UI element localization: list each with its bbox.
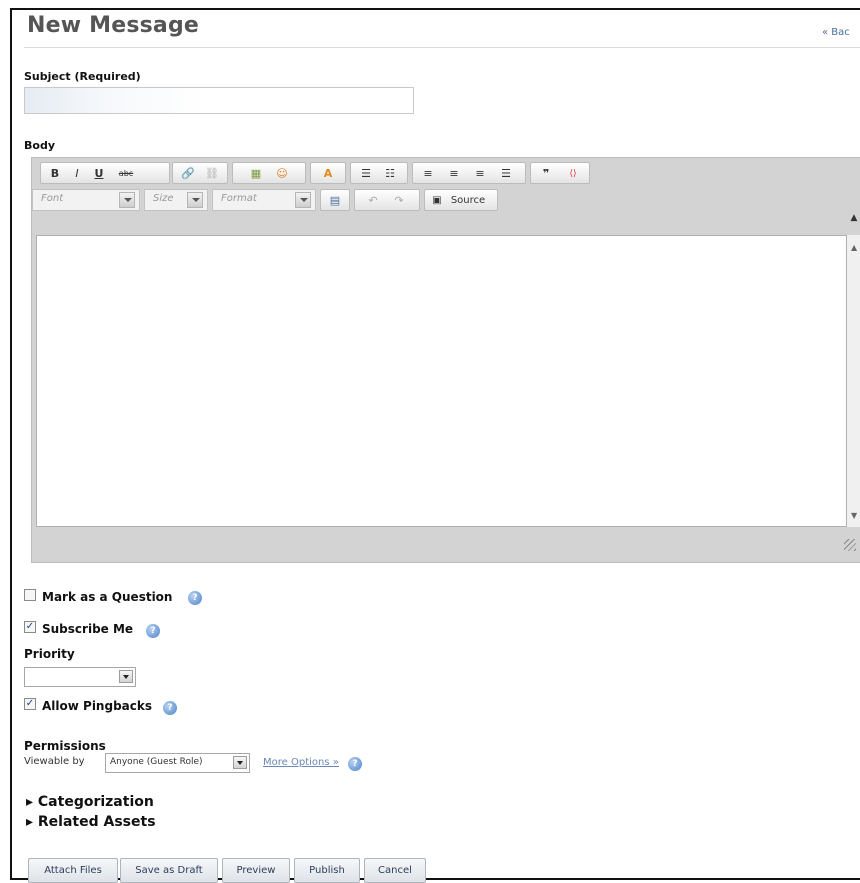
pingbacks-checkbox[interactable]: ✓ <box>24 698 36 710</box>
help-icon[interactable]: ? <box>163 701 177 715</box>
pingbacks-label: Allow Pingbacks <box>42 699 152 713</box>
chevron-down-icon[interactable] <box>187 192 203 208</box>
resize-grip-icon[interactable] <box>844 539 856 551</box>
justify-icon[interactable]: ☰ <box>497 166 515 182</box>
text-color-icon[interactable]: A <box>317 166 339 182</box>
align-group: ≡ ≡ ≡ ☰ <box>412 162 526 184</box>
format-combo[interactable]: Format <box>212 189 316 211</box>
categorization-label: Categorization <box>37 794 154 810</box>
undo-icon[interactable]: ↶ <box>365 193 381 209</box>
numbered-list-icon[interactable]: ☰ <box>357 166 375 182</box>
blockquote-icon[interactable]: ❞ <box>537 166 555 182</box>
image-icon[interactable]: ▦ <box>247 166 265 182</box>
subject-label: Subject (Required) <box>24 70 141 83</box>
expand-arrow-icon: ▸ <box>26 814 38 830</box>
size-combo[interactable]: Size <box>144 189 208 211</box>
priority-label: Priority <box>24 647 75 661</box>
back-link[interactable]: « Bac <box>822 27 850 38</box>
chevron-down-icon[interactable] <box>119 192 135 208</box>
mark-question-label: Mark as a Question <box>42 590 173 604</box>
mark-question-checkbox[interactable] <box>24 589 36 601</box>
help-icon[interactable]: ? <box>348 757 362 771</box>
scroll-up-arrow-icon[interactable]: ▲ <box>851 243 857 252</box>
emoticon-icon[interactable]: ☺ <box>273 166 291 182</box>
unlink-icon[interactable]: ⛓ <box>203 166 221 182</box>
body-label: Body <box>24 139 55 152</box>
viewable-by-select[interactable]: Anyone (Guest Role) <box>105 753 250 773</box>
bulleted-list-icon[interactable]: ☷ <box>381 166 399 182</box>
history-group: ↶ ↷ <box>354 189 420 211</box>
page-title: New Message <box>27 13 200 38</box>
align-left-icon[interactable]: ≡ <box>419 166 437 182</box>
subject-input[interactable] <box>24 87 414 114</box>
scroll-up-icon[interactable]: ▲ <box>847 213 860 231</box>
related-assets-label: Related Assets <box>37 814 156 830</box>
chevron-down-icon[interactable] <box>119 670 133 683</box>
scroll-down-arrow-icon[interactable]: ▼ <box>851 511 857 520</box>
source-group: ▣ Source <box>424 189 498 211</box>
font-combo-text: Font <box>41 193 64 204</box>
help-icon[interactable]: ? <box>188 591 202 605</box>
color-group: A <box>310 162 346 184</box>
size-combo-text: Size <box>153 193 174 204</box>
block-group: ❞ ⟨⟩ <box>530 162 590 184</box>
subscribe-label: Subscribe Me <box>42 622 134 636</box>
insert-group: ▦ ☺ <box>232 162 306 184</box>
bold-icon[interactable]: B <box>47 166 63 182</box>
editor-body[interactable] <box>36 235 847 527</box>
title-divider <box>24 47 860 48</box>
format-combo-text: Format <box>221 193 257 204</box>
priority-select[interactable] <box>24 667 136 687</box>
source-icon: ▣ <box>432 195 442 206</box>
format-group: B I U abc <box>40 162 170 184</box>
viewable-by-value: Anyone (Guest Role) <box>110 757 203 767</box>
source-button[interactable]: Source <box>445 193 491 209</box>
italic-icon[interactable]: I <box>69 166 85 182</box>
help-icon[interactable]: ? <box>146 624 160 638</box>
preview-button[interactable]: Preview <box>222 858 290 883</box>
subscribe-checkbox[interactable]: ✓ <box>24 621 36 633</box>
link-icon[interactable]: 🔗 <box>179 166 197 182</box>
attach-files-button[interactable]: Attach Files <box>28 858 118 883</box>
categorization-toggle[interactable]: ▸ Categorization <box>26 794 154 810</box>
code-icon[interactable]: ⟨⟩ <box>563 166 583 182</box>
chevron-down-icon[interactable] <box>295 192 311 208</box>
save-draft-button[interactable]: Save as Draft <box>120 858 218 883</box>
font-combo[interactable]: Font <box>32 189 140 211</box>
publish-button[interactable]: Publish <box>294 858 360 883</box>
viewable-by-label: Viewable by <box>24 756 85 767</box>
align-right-icon[interactable]: ≡ <box>471 166 489 182</box>
editor-scrollbar[interactable]: ▲ ▼ <box>847 235 860 527</box>
editor-toolbar-row-2: Font Size Format ▤ ↶ ↷ ▣ Source <box>32 185 860 213</box>
editor-toolbar-row-1: B I U abc 🔗 ⛓ ▦ ☺ A ☰ ☷ ≡ ≡ ≡ ☰ ❞ ⟨⟩ <box>32 158 860 186</box>
redo-icon[interactable]: ↷ <box>391 193 407 209</box>
chevron-down-icon[interactable] <box>233 756 247 769</box>
cancel-button[interactable]: Cancel <box>364 858 426 883</box>
align-center-icon[interactable]: ≡ <box>445 166 463 182</box>
table-icon[interactable]: ▤ <box>327 193 343 209</box>
rich-text-editor: B I U abc 🔗 ⛓ ▦ ☺ A ☰ ☷ ≡ ≡ ≡ ☰ ❞ ⟨⟩ Fon… <box>31 157 860 563</box>
permissions-label: Permissions <box>24 739 106 753</box>
strikethrough-icon[interactable]: abc <box>115 166 137 182</box>
underline-icon[interactable]: U <box>91 166 107 182</box>
link-group: 🔗 ⛓ <box>172 162 228 184</box>
table-group: ▤ <box>320 189 350 211</box>
expand-arrow-icon: ▸ <box>26 794 38 810</box>
list-group: ☰ ☷ <box>350 162 408 184</box>
more-options-link[interactable]: More Options » <box>263 757 339 768</box>
related-assets-toggle[interactable]: ▸ Related Assets <box>26 814 156 830</box>
